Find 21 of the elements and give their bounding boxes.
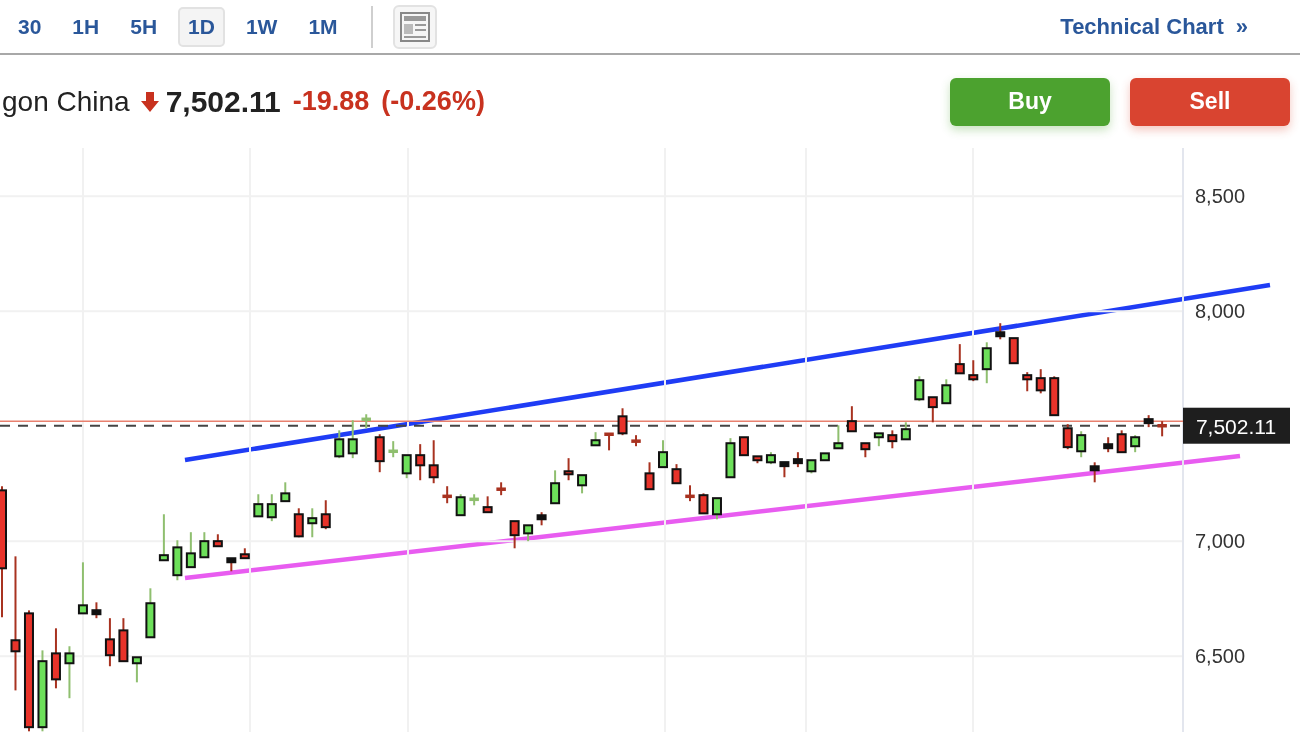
price-change: -19.88 (292, 86, 370, 117)
timeframe-tab[interactable]: 5H (120, 6, 168, 47)
timeframe-tab[interactable]: 1W (235, 6, 288, 47)
timeframe-tab[interactable]: 1M (298, 6, 348, 47)
axis-label: 8,500 (1195, 185, 1246, 208)
price-tag: 7,502.11 (1183, 407, 1290, 444)
sell-button[interactable]: Sell (1130, 77, 1290, 126)
percent-change: (-0.26%) (381, 86, 485, 117)
layout-button[interactable] (392, 4, 437, 49)
instrument-name: gon China (2, 85, 130, 118)
timeframe-tab[interactable]: 30 (8, 6, 52, 47)
technical-chart-link[interactable]: Technical Chart » (1060, 13, 1248, 40)
ref-line-label: 7,502.11 (1195, 414, 1277, 438)
axis-label: 7,000 (1195, 530, 1246, 553)
axis-label: 8,000 (1195, 300, 1246, 323)
arrow-down-icon (139, 90, 160, 113)
timeframe-tab[interactable]: 1D (178, 6, 225, 47)
axis-label: 6,500 (1195, 645, 1246, 668)
last-price: 7,502.11 (165, 84, 281, 119)
timeframe-tab[interactable]: 1H (62, 6, 110, 47)
newspaper-icon (399, 11, 430, 42)
